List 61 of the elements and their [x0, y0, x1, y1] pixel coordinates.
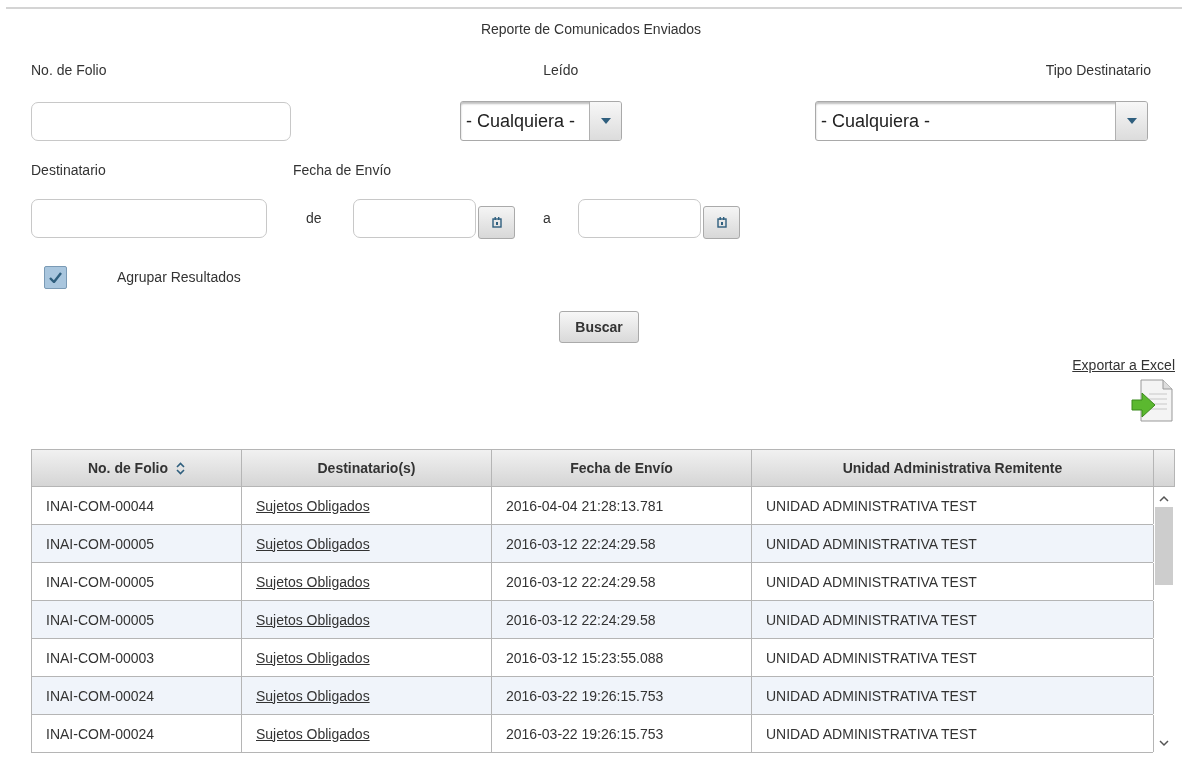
- table-cell: 2016-04-04 21:28:13.781: [492, 487, 752, 524]
- calendar-icon: [491, 217, 502, 228]
- table-cell: INAI-COM-00005: [32, 525, 242, 562]
- caret-icon: [600, 118, 611, 124]
- table-cell-link[interactable]: Sujetos Obligados: [242, 715, 492, 752]
- column-header: Destinatario(s): [242, 450, 492, 486]
- column-header: Unidad Administrativa Remitente: [752, 450, 1154, 486]
- date-from-input[interactable]: [353, 198, 476, 238]
- export-document-icon[interactable]: [1131, 378, 1175, 424]
- table-cell: UNIDAD ADMINISTRATIVA TEST: [752, 525, 1154, 562]
- from-label: de: [306, 210, 323, 226]
- checkbox-label: Agrupar Resultados: [117, 269, 242, 285]
- calendar-icon: [716, 217, 727, 228]
- field-label: Fecha de Envío: [293, 162, 393, 178]
- table-cell: UNIDAD ADMINISTRATIVA TEST: [752, 677, 1154, 714]
- table-cell: INAI-COM-00005: [32, 601, 242, 638]
- table-cell: 2016-03-12 22:24:29.58: [492, 525, 752, 562]
- to-label: a: [543, 210, 552, 226]
- scrollbar-thumb[interactable]: [1155, 507, 1173, 585]
- table-cell: 2016-03-22 19:26:15.753: [492, 677, 752, 714]
- table-cell: INAI-COM-00024: [32, 677, 242, 714]
- table-cell-link[interactable]: Sujetos Obligados: [242, 639, 492, 676]
- checkmark-icon: [49, 271, 62, 283]
- field-label: Destinatario: [31, 162, 107, 178]
- table-cell-link[interactable]: Sujetos Obligados: [242, 563, 492, 600]
- field-label: No. de Folio: [31, 62, 108, 78]
- table-cell: 2016-03-12 15:23:55.088: [492, 639, 752, 676]
- calendar-button[interactable]: [703, 206, 740, 239]
- tipo-select[interactable]: - Cualquiera -: [815, 101, 1148, 141]
- table-cell-link[interactable]: Sujetos Obligados: [242, 601, 492, 638]
- table-cell: UNIDAD ADMINISTRATIVA TEST: [752, 601, 1154, 638]
- destinatario-input[interactable]: [31, 198, 267, 238]
- folio-input[interactable]: [31, 101, 291, 141]
- table-cell: UNIDAD ADMINISTRATIVA TEST: [752, 563, 1154, 600]
- column-header[interactable]: No. de Folio: [32, 450, 242, 486]
- scroll-up-icon[interactable]: [1159, 495, 1169, 503]
- table-cell: INAI-COM-00044: [32, 487, 242, 524]
- table-cell-link[interactable]: Sujetos Obligados: [242, 487, 492, 524]
- export-link[interactable]: Exportar a Excel: [1072, 357, 1175, 373]
- table-cell: UNIDAD ADMINISTRATIVA TEST: [752, 715, 1154, 752]
- table-cell: UNIDAD ADMINISTRATIVA TEST: [752, 487, 1154, 524]
- scroll-down-icon[interactable]: [1159, 739, 1169, 747]
- field-label: Leído: [542, 62, 580, 78]
- column-header: Fecha de Envío: [492, 450, 752, 486]
- search-button[interactable]: Buscar: [559, 311, 639, 343]
- caret-icon: [1126, 118, 1137, 124]
- report-title: Reporte de Comunicados Enviados: [479, 20, 703, 39]
- table-cell: UNIDAD ADMINISTRATIVA TEST: [752, 639, 1154, 676]
- table-cell-link[interactable]: Sujetos Obligados: [242, 525, 492, 562]
- field-label: Tipo Destinatario: [1044, 62, 1152, 78]
- group-checkbox[interactable]: [44, 265, 67, 289]
- table-cell: INAI-COM-00024: [32, 715, 242, 752]
- table-cell: INAI-COM-00003: [32, 639, 242, 676]
- table-cell-link[interactable]: Sujetos Obligados: [242, 677, 492, 714]
- table-cell: INAI-COM-00005: [32, 563, 242, 600]
- date-to-input[interactable]: [578, 198, 701, 238]
- table-cell: 2016-03-12 22:24:29.58: [492, 601, 752, 638]
- leido-select[interactable]: - Cualquiera -: [460, 101, 622, 141]
- table-cell: 2016-03-12 22:24:29.58: [492, 563, 752, 600]
- table-cell: 2016-03-22 19:26:15.753: [492, 715, 752, 752]
- calendar-button[interactable]: [478, 206, 515, 239]
